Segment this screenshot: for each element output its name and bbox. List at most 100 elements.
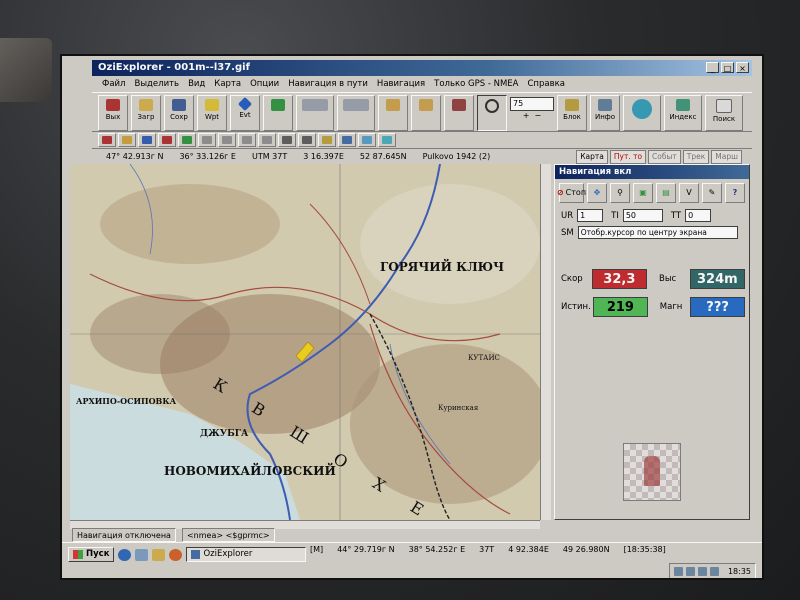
- tool-off-4[interactable]: [258, 133, 276, 147]
- gps-lon: 38° 54.252г E: [408, 545, 466, 554]
- photo-thumbnail[interactable]: [623, 443, 681, 501]
- route-button[interactable]: [263, 95, 293, 131]
- block-button[interactable]: Блок: [557, 95, 587, 131]
- tool-mm[interactable]: [298, 133, 316, 147]
- tool-nmr[interactable]: [278, 133, 296, 147]
- tool-signal[interactable]: [378, 133, 396, 147]
- tool-off-3[interactable]: [238, 133, 256, 147]
- tool-track-small[interactable]: [158, 133, 176, 147]
- ie-icon[interactable]: [118, 548, 132, 561]
- edit-button[interactable]: ✎: [702, 183, 722, 203]
- tool-display[interactable]: [338, 133, 356, 147]
- menu-view[interactable]: Вид: [188, 77, 205, 91]
- copy-button[interactable]: ▣: [633, 183, 653, 203]
- show-button-2[interactable]: [337, 95, 375, 131]
- desktop-icon[interactable]: [135, 548, 149, 561]
- exit-label: Вых: [105, 113, 121, 121]
- save-button[interactable]: Сохр: [164, 95, 194, 131]
- stop-button[interactable]: ⊘ Стоп: [557, 183, 587, 203]
- pencil-icon: ✎: [708, 188, 716, 197]
- tab-route[interactable]: Марш: [711, 150, 742, 164]
- firefox-icon[interactable]: [169, 548, 183, 561]
- waypoint-button[interactable]: Wpt: [197, 95, 227, 131]
- exit-button[interactable]: Вых: [98, 95, 128, 131]
- v-button[interactable]: V: [679, 183, 699, 203]
- true-bearing-label: Истин.: [561, 302, 591, 312]
- zoom-steppers[interactable]: + −: [523, 111, 542, 120]
- display-icon[interactable]: [709, 566, 719, 576]
- track-icon: [162, 136, 172, 144]
- terrain-patch: [360, 184, 540, 304]
- toggle-icon: [202, 136, 212, 144]
- map-canvas[interactable]: ГОРЯЧИЙ КЛЮЧ НОВОМИХАЙЛОВСКИЙ ДЖУБГА АРХ…: [70, 164, 540, 520]
- menu-file[interactable]: Файл: [102, 77, 125, 91]
- tab-waypoints[interactable]: Пут. то: [609, 150, 647, 164]
- ti-field[interactable]: 50: [622, 209, 663, 222]
- menu-select[interactable]: Выделить: [134, 77, 179, 91]
- taskbar-item-ozi[interactable]: OziExplorer: [186, 547, 307, 562]
- explorer-icon[interactable]: [152, 548, 166, 561]
- tt-field[interactable]: 0: [685, 209, 712, 222]
- tool-gps[interactable]: [318, 133, 336, 147]
- print-button[interactable]: ▤: [656, 183, 676, 203]
- ur-field[interactable]: 1: [577, 209, 604, 222]
- info-icon: [598, 99, 612, 111]
- tab-track[interactable]: Трек: [682, 150, 710, 164]
- usb-icon[interactable]: [697, 566, 707, 576]
- menu-moving-nav[interactable]: Навигация в пути: [288, 77, 368, 91]
- grid-icon: [419, 99, 433, 111]
- network-icon[interactable]: [673, 566, 683, 576]
- menu-help[interactable]: Справка: [527, 77, 564, 91]
- load-button[interactable]: Загр: [131, 95, 161, 131]
- volume-icon[interactable]: [685, 566, 695, 576]
- tool-event-small[interactable]: [178, 133, 196, 147]
- chart-icon: [362, 136, 372, 144]
- photo-subject: [644, 456, 660, 486]
- waypoint-label: Wpt: [204, 113, 220, 121]
- tool-marker-small[interactable]: [118, 133, 136, 147]
- index-button[interactable]: Индекс: [664, 95, 702, 131]
- tool-off-2[interactable]: [218, 133, 236, 147]
- tool-chart[interactable]: [358, 133, 376, 147]
- lock-icon: [565, 99, 579, 111]
- center-button[interactable]: ✥: [587, 183, 607, 203]
- show-button-4[interactable]: [411, 95, 441, 131]
- show-button-3[interactable]: [378, 95, 408, 131]
- tool-waypoint-small[interactable]: [98, 133, 116, 147]
- close-button[interactable]: ×: [736, 62, 749, 73]
- help-button[interactable]: ?: [725, 183, 745, 203]
- mm-icon: [302, 136, 312, 144]
- pan-button[interactable]: [623, 95, 661, 131]
- tab-events[interactable]: Событ: [648, 150, 681, 164]
- info-button[interactable]: Инфо: [590, 95, 620, 131]
- stop-label: Стоп: [565, 188, 587, 197]
- search-button[interactable]: Поиск: [705, 95, 743, 131]
- maximize-button[interactable]: □: [721, 62, 734, 73]
- cursor-lon: 36° 33.126г E: [179, 152, 236, 161]
- event-button[interactable]: Evt: [230, 95, 260, 131]
- minimize-button[interactable]: _: [706, 62, 719, 73]
- grid-icon: [386, 99, 400, 111]
- magnifier-button[interactable]: [477, 95, 507, 131]
- gps-status-line: [M] 44° 29.719г N 38° 54.252г E 37T 4 92…: [310, 543, 666, 557]
- tab-map[interactable]: Карта: [576, 150, 608, 164]
- menu-gps-nmea[interactable]: Только GPS - NMEA: [434, 77, 518, 91]
- map-label-kutais: КУТАИС: [468, 354, 500, 362]
- ozi-app-icon: [191, 550, 201, 559]
- menu-map[interactable]: Карта: [214, 77, 241, 91]
- map-vertical-scrollbar[interactable]: [540, 164, 551, 520]
- tool-route-small[interactable]: [138, 133, 156, 147]
- start-button[interactable]: Пуск: [68, 547, 115, 562]
- toggle-icon: [262, 136, 272, 144]
- show-button-1[interactable]: [296, 95, 334, 131]
- sm-label: SM: [561, 227, 574, 238]
- zoom-button[interactable]: ⚲: [610, 183, 630, 203]
- printer-icon: ▤: [662, 188, 670, 197]
- menu-options[interactable]: Опции: [250, 77, 279, 91]
- menu-navigation[interactable]: Навигация: [377, 77, 425, 91]
- sm-select[interactable]: Отобр.курсор по центру экрана: [577, 226, 738, 239]
- nav-readouts: Скор 32,3 Выс 324m Истин. 219 Магн ???: [555, 265, 751, 321]
- show-button-5[interactable]: [444, 95, 474, 131]
- tool-off-1[interactable]: [198, 133, 216, 147]
- zoom-select[interactable]: 75: [510, 97, 554, 111]
